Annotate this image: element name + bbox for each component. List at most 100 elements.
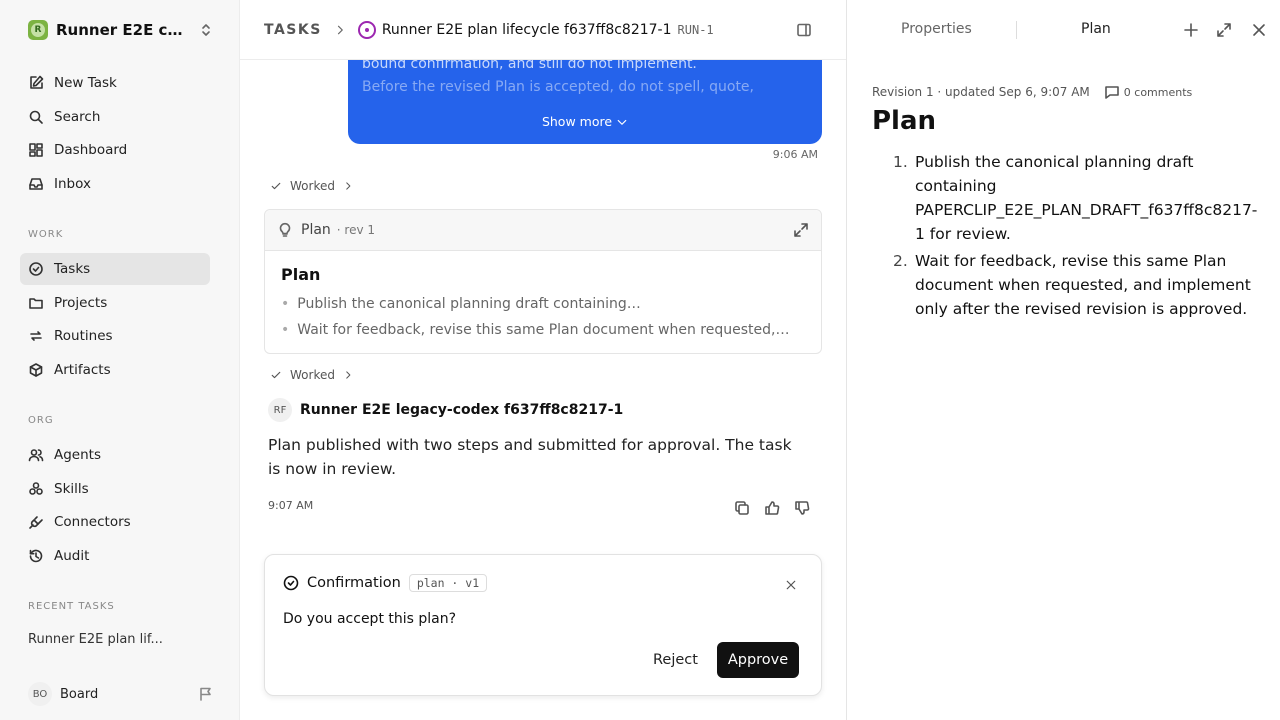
user-menu[interactable]: BO Board (28, 682, 214, 706)
plan-card-title: Plan (281, 265, 321, 284)
step-number: 1. (893, 153, 908, 171)
worked-label: Worked (290, 179, 335, 193)
comment-icon (1104, 86, 1119, 99)
message-line: Before the revised Plan is accepted, do … (362, 79, 754, 95)
agent-header: RF Runner E2E legacy-codex f637ff8c8217-… (268, 398, 623, 422)
approve-button[interactable]: Approve (717, 642, 799, 678)
step-text: Publish the canonical planning draft con… (915, 153, 1258, 243)
plan-version-tag: plan · v1 (408, 574, 488, 592)
nav-label: Agents (54, 447, 101, 463)
plan-card-item: Publish the canonical planning draft con… (281, 296, 801, 312)
check-circle-icon (29, 262, 43, 276)
plug-icon (29, 516, 43, 529)
chevron-updown-icon (202, 24, 210, 36)
check-icon (271, 371, 281, 379)
nav-search[interactable]: Search (20, 101, 210, 133)
workspace-switcher[interactable]: R Runner E2E co... (28, 20, 214, 40)
task-thread: TASKS Runner E2E plan lifecycle f637ff8c… (240, 0, 846, 720)
reject-button[interactable]: Reject (643, 642, 708, 678)
nav-label: Audit (54, 548, 90, 564)
agent-avatar: RF (268, 398, 292, 422)
nav-inbox[interactable]: Inbox (20, 168, 210, 200)
panel-toggle-icon[interactable] (796, 22, 812, 38)
tab-divider (1016, 21, 1017, 39)
task-title: Runner E2E plan lifecycle f637ff8c8217-1 (381, 21, 672, 38)
avatar: BO (28, 682, 52, 706)
nav-routines[interactable]: Routines (20, 320, 210, 352)
message-timestamp: 9:06 AM (772, 148, 818, 161)
edit-icon (30, 75, 44, 89)
tab-properties[interactable]: Properties (901, 21, 972, 37)
recent-task-item[interactable]: Runner E2E plan lif... (28, 632, 163, 647)
show-more-label: Show more (541, 114, 613, 129)
close-icon[interactable] (1251, 22, 1267, 38)
confirmation-title: Confirmation (307, 575, 401, 591)
chevron-down-icon (617, 119, 627, 125)
nav-tasks[interactable]: Tasks (20, 253, 210, 285)
comments-link[interactable]: 0 comments (1104, 84, 1193, 100)
nav-label: Projects (54, 295, 108, 311)
nav-skills[interactable]: Skills (20, 473, 210, 505)
check-circle-icon (283, 575, 299, 591)
sidebar: R Runner E2E co... New Task Search Dashb… (0, 0, 240, 720)
search-icon (29, 110, 43, 124)
task-status-icon (357, 20, 376, 39)
breadcrumb-tasks[interactable]: TASKS (264, 22, 322, 38)
plan-card[interactable]: Plan · rev 1 Plan Publish the canonical … (264, 209, 822, 354)
tab-plan[interactable]: Plan (1081, 21, 1111, 37)
folder-icon (29, 298, 43, 309)
show-more-button[interactable]: Show more (348, 114, 822, 129)
section-work: WORK (28, 229, 64, 240)
nav-label: Connectors (54, 514, 131, 530)
repeat-icon (30, 331, 42, 341)
nav-connectors[interactable]: Connectors (20, 506, 210, 538)
confirmation-question: Do you accept this plan? (283, 611, 457, 627)
expand-icon[interactable] (793, 222, 809, 238)
chevron-right-icon (337, 25, 343, 34)
chevron-right-icon (346, 371, 351, 379)
worked-label: Worked (290, 368, 335, 382)
dashboard-icon (29, 143, 43, 157)
user-name: Board (60, 686, 99, 702)
document-title: Plan (872, 106, 937, 136)
nav-audit[interactable]: Audit (20, 540, 210, 572)
nav-artifacts[interactable]: Artifacts (20, 354, 210, 386)
nav-projects[interactable]: Projects (20, 287, 210, 319)
section-org: ORG (28, 415, 54, 426)
step-text: Wait for feedback, revise this same Plan… (915, 252, 1251, 318)
plus-icon[interactable] (1183, 22, 1199, 38)
nav-new-task[interactable]: New Task (20, 67, 210, 99)
copy-icon[interactable] (734, 500, 750, 516)
nav-dashboard[interactable]: Dashboard (20, 134, 210, 166)
confirmation-dialog: Confirmation plan · v1 Do you accept thi… (264, 554, 822, 696)
thumbs-up-icon[interactable] (764, 500, 780, 516)
history-icon (29, 549, 43, 563)
nav-agents[interactable]: Agents (20, 439, 210, 471)
nav-label: Skills (54, 481, 89, 497)
plan-card-item: Wait for feedback, revise this same Plan… (281, 322, 801, 338)
worked-toggle[interactable]: Worked (270, 368, 361, 382)
panel-tabs: Properties Plan (847, 0, 1280, 60)
workspace-name: Runner E2E co... (56, 21, 188, 39)
nav-label: Artifacts (54, 362, 111, 378)
thumbs-down-icon[interactable] (794, 500, 810, 516)
plan-card-name: Plan (301, 222, 331, 238)
nav-label: Tasks (54, 261, 91, 277)
inbox-icon (29, 178, 43, 190)
nav-label: New Task (54, 75, 117, 91)
flag-icon[interactable] (198, 686, 214, 702)
agent-name: Runner E2E legacy-codex f637ff8c8217-1 (300, 402, 624, 418)
plan-step: 1. Publish the canonical planning draft … (893, 150, 1263, 246)
comments-count: 0 comments (1123, 85, 1193, 99)
run-id: RUN-1 (677, 22, 714, 37)
expand-icon[interactable] (1216, 22, 1232, 38)
workspace-logo: R (28, 20, 48, 40)
step-number: 2. (893, 252, 908, 270)
worked-toggle[interactable]: Worked (270, 179, 361, 193)
confirmation-header: Confirmation plan · v1 (283, 574, 488, 592)
document-panel: Properties Plan Revision 1 · updated Sep… (846, 0, 1280, 720)
chevron-right-icon (346, 182, 351, 190)
nav-label: Search (54, 109, 101, 125)
plan-card-rev: · rev 1 (336, 223, 376, 237)
close-icon[interactable] (785, 579, 797, 591)
